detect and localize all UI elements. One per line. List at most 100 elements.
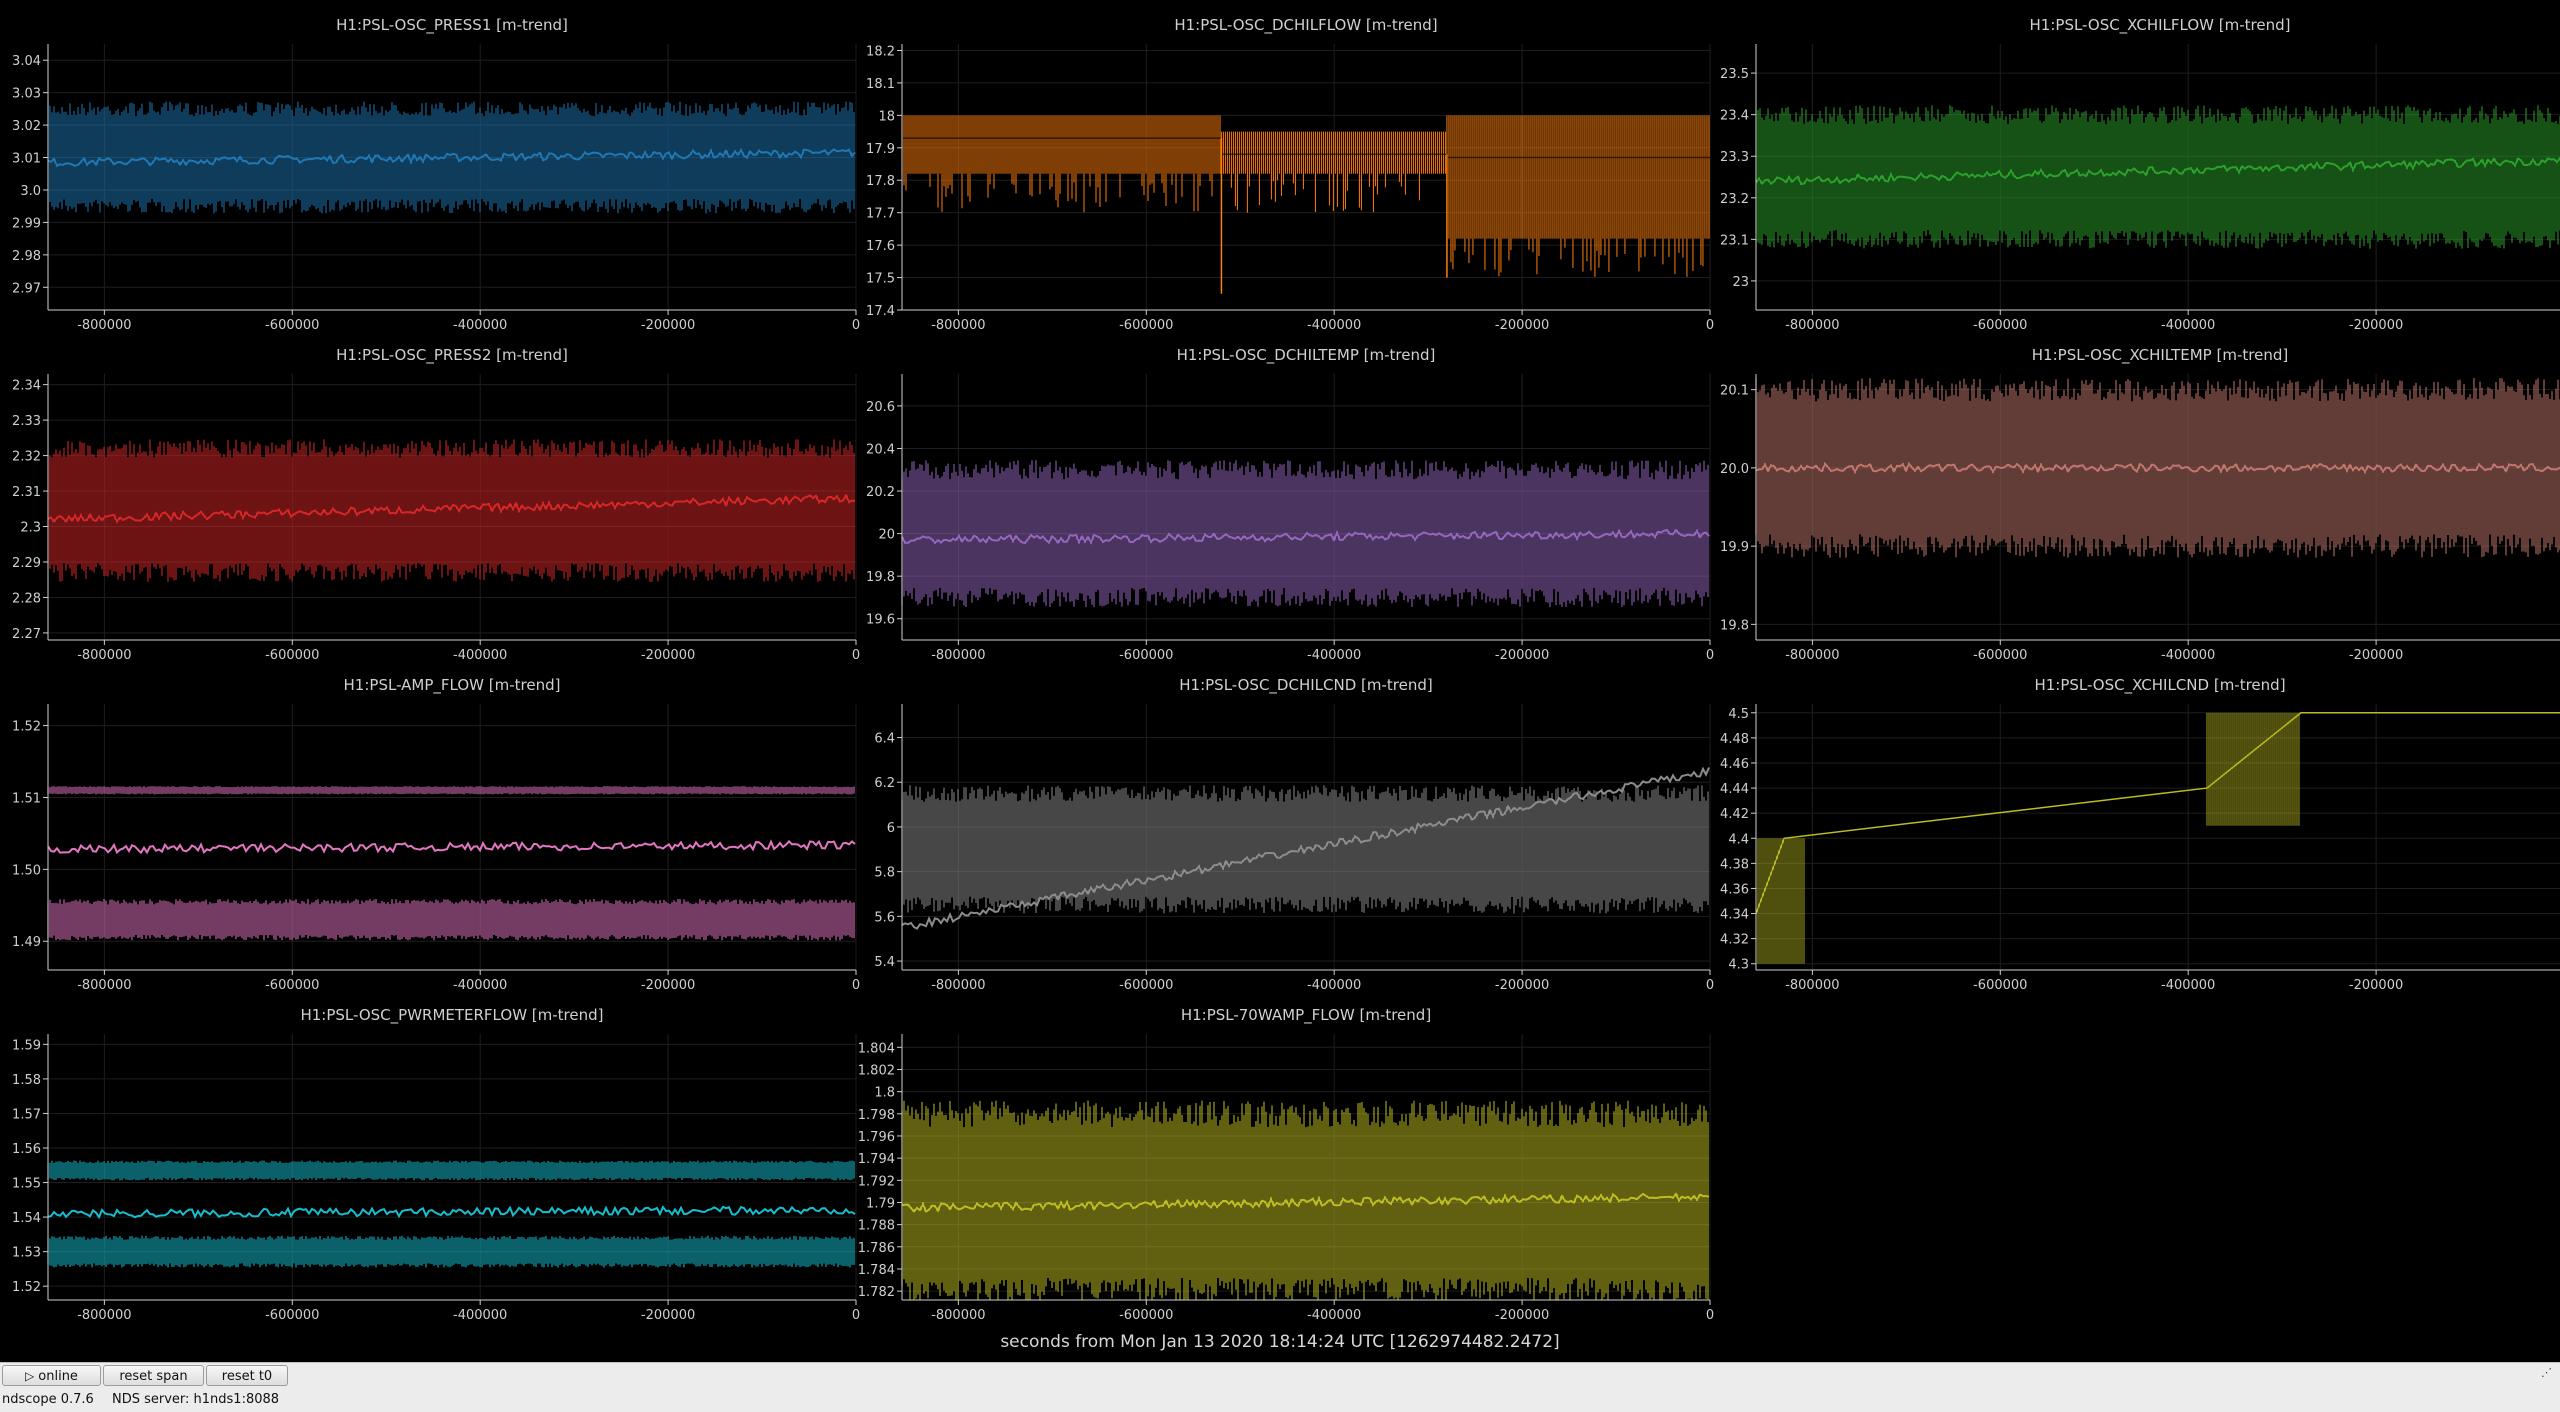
y-tick-label: 4.42 xyxy=(1720,807,1749,822)
y-tick-label: 6.2 xyxy=(874,776,895,791)
y-tick-label: 1.50 xyxy=(12,863,41,878)
y-tick-label: 1.792 xyxy=(858,1174,895,1189)
x-tick-label: -600000 xyxy=(1119,318,1173,333)
y-tick-label: 20.1 xyxy=(1720,384,1749,399)
chart-title: H1:PSL-OSC_XCHILFLOW [m-trend] xyxy=(2030,16,2291,35)
chart-panel[interactable]: H1:PSL-70WAMP_FLOW [m-trend]1.7821.7841.… xyxy=(858,1006,1714,1323)
y-tick-label: 1.802 xyxy=(858,1063,895,1078)
online-button[interactable]: ▷online xyxy=(2,1365,101,1386)
chart-panel[interactable]: H1:PSL-OSC_XCHILFLOW [m-trend]2323.123.2… xyxy=(1720,16,2560,333)
y-tick-label: 4.3 xyxy=(1728,958,1749,973)
y-tick-label: 1.796 xyxy=(858,1130,895,1145)
y-tick-label: 23.2 xyxy=(1720,192,1749,207)
y-tick-label: 4.44 xyxy=(1720,782,1749,797)
x-tick-label: 0 xyxy=(852,318,860,333)
chart-title: H1:PSL-OSC_DCHILCND [m-trend] xyxy=(1179,676,1432,695)
y-tick-label: 1.79 xyxy=(866,1196,895,1211)
x-tick-label: 0 xyxy=(852,1308,860,1323)
chart-panel[interactable]: H1:PSL-OSC_PWRMETERFLOW [m-trend]1.521.5… xyxy=(12,1006,860,1323)
y-tick-label: 23 xyxy=(1732,275,1749,290)
reset-t0-button[interactable]: reset t0 xyxy=(206,1365,288,1386)
x-tick-label: -200000 xyxy=(2349,978,2403,993)
x-tick-label: -200000 xyxy=(641,1308,695,1323)
y-tick-label: 19.9 xyxy=(1720,540,1749,555)
y-tick-label: 4.48 xyxy=(1720,732,1749,747)
y-tick-label: 23.5 xyxy=(1720,67,1749,82)
x-tick-label: -600000 xyxy=(1973,648,2027,663)
x-tick-label: -200000 xyxy=(2349,318,2403,333)
version-text: ndscope 0.7.6 xyxy=(2,1392,94,1407)
y-tick-label: 1.782 xyxy=(858,1285,895,1300)
y-tick-label: 1.784 xyxy=(858,1263,895,1278)
y-tick-label: 3.01 xyxy=(12,152,41,167)
x-tick-label: -600000 xyxy=(265,318,319,333)
x-tick-label: -200000 xyxy=(1495,318,1549,333)
y-tick-label: 1.58 xyxy=(12,1073,41,1088)
y-tick-label: 1.52 xyxy=(12,1280,41,1295)
y-tick-label: 20.6 xyxy=(866,400,895,415)
chart-title: H1:PSL-OSC_PRESS1 [m-trend] xyxy=(336,16,568,35)
x-tick-label: -600000 xyxy=(1119,978,1173,993)
y-tick-label: 20.4 xyxy=(866,442,895,457)
x-tick-label: -400000 xyxy=(453,1308,507,1323)
y-tick-label: 2.99 xyxy=(12,216,41,231)
y-tick-label: 19.6 xyxy=(866,613,895,628)
mean-line xyxy=(48,841,855,852)
y-tick-label: 2.98 xyxy=(12,249,41,264)
x-tick-label: -600000 xyxy=(1973,978,2027,993)
envelope-band xyxy=(48,1161,854,1181)
x-tick-label: -800000 xyxy=(77,318,131,333)
x-tick-label: -600000 xyxy=(265,648,319,663)
chart-panel[interactable]: H1:PSL-OSC_DCHILTEMP [m-trend]19.619.820… xyxy=(866,346,1714,663)
toolbar: ▷online reset span reset t0 ⋰ ndscope 0.… xyxy=(0,1362,2560,1412)
chart-panel[interactable]: H1:PSL-OSC_DCHILCND [m-trend]5.45.65.866… xyxy=(874,676,1714,993)
plot-area[interactable]: H1:PSL-OSC_PRESS1 [m-trend]2.972.982.993… xyxy=(0,0,2560,1360)
envelope-band xyxy=(48,899,854,940)
x-tick-label: -400000 xyxy=(1307,648,1361,663)
series-trace xyxy=(902,1101,1709,1300)
y-tick-label: 4.32 xyxy=(1720,933,1749,948)
y-tick-label: 1.54 xyxy=(12,1211,41,1226)
envelope-band xyxy=(48,786,854,794)
x-tick-label: 0 xyxy=(1706,978,1714,993)
chart-panel[interactable]: H1:PSL-AMP_FLOW [m-trend]1.491.501.511.5… xyxy=(12,676,860,993)
chart-panel[interactable]: H1:PSL-OSC_XCHILCND [m-trend]4.34.324.34… xyxy=(1720,676,2560,993)
y-tick-label: 1.57 xyxy=(12,1107,41,1122)
y-tick-label: 4.4 xyxy=(1728,832,1749,847)
x-tick-label: -600000 xyxy=(1119,1308,1173,1323)
y-tick-label: 2.31 xyxy=(12,485,41,500)
x-tick-label: -800000 xyxy=(1785,978,1839,993)
chart-panel[interactable]: H1:PSL-OSC_XCHILTEMP [m-trend]19.819.920… xyxy=(1720,346,2560,663)
y-tick-label: 1.786 xyxy=(858,1241,895,1256)
x-tick-label: -400000 xyxy=(1307,1308,1361,1323)
chart-panel[interactable]: H1:PSL-OSC_DCHILFLOW [m-trend]17.417.517… xyxy=(866,16,1714,333)
y-tick-label: 2.28 xyxy=(12,591,41,606)
y-tick-label: 18.1 xyxy=(866,77,895,92)
x-tick-label: -800000 xyxy=(77,1308,131,1323)
x-tick-label: 0 xyxy=(1706,318,1714,333)
chart-panel[interactable]: H1:PSL-OSC_PRESS1 [m-trend]2.972.982.993… xyxy=(12,16,860,333)
y-tick-label: 2.33 xyxy=(12,414,41,429)
y-tick-label: 2.29 xyxy=(12,556,41,571)
x-tick-label: -200000 xyxy=(641,978,695,993)
x-tick-label: -400000 xyxy=(2161,648,2215,663)
x-tick-label: -400000 xyxy=(453,978,507,993)
x-tick-label: -800000 xyxy=(931,318,985,333)
x-tick-label: -600000 xyxy=(265,978,319,993)
chart-title: H1:PSL-OSC_PRESS2 [m-trend] xyxy=(336,346,568,365)
chart-title: H1:PSL-OSC_DCHILFLOW [m-trend] xyxy=(1174,16,1437,35)
y-tick-label: 6 xyxy=(887,821,895,836)
x-tick-label: -800000 xyxy=(1785,318,1839,333)
y-tick-label: 4.36 xyxy=(1720,882,1749,897)
y-tick-label: 18 xyxy=(878,109,895,124)
x-tick-label: -800000 xyxy=(77,648,131,663)
y-tick-label: 2.3 xyxy=(20,521,41,536)
reset-span-button[interactable]: reset span xyxy=(103,1365,204,1386)
x-tick-label: -200000 xyxy=(1495,978,1549,993)
y-tick-label: 20.0 xyxy=(1720,462,1749,477)
chart-panel[interactable]: H1:PSL-OSC_PRESS2 [m-trend]2.272.282.292… xyxy=(12,346,860,663)
chart-title: H1:PSL-OSC_XCHILTEMP [m-trend] xyxy=(2032,346,2288,365)
resize-grip-icon[interactable]: ⋰ xyxy=(2541,1366,2552,1379)
x-tick-label: -200000 xyxy=(641,648,695,663)
y-tick-label: 5.4 xyxy=(874,955,895,970)
